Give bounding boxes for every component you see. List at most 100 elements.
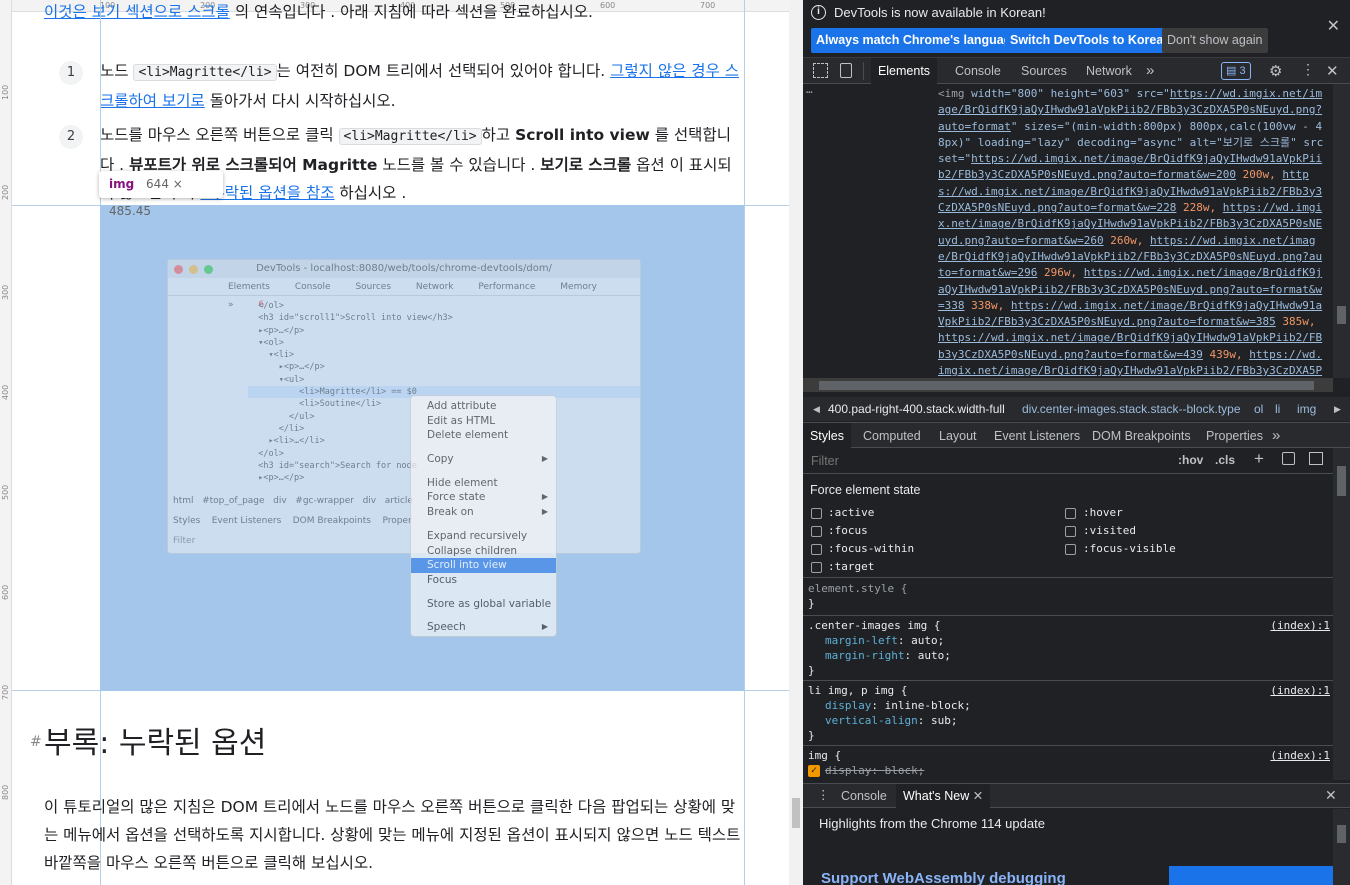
style-rule-img[interactable]: (index):1 img { ✓ display: block; <box>808 748 1330 778</box>
new-rule-plus-icon[interactable]: + <box>1254 449 1264 469</box>
drawer-scrollbar-thumb[interactable] <box>1337 825 1346 843</box>
css-property: margin-right <box>825 649 905 662</box>
rule-close: } <box>808 729 815 742</box>
more-tabs-icon[interactable]: » <box>1146 58 1154 84</box>
whats-new-headline: Highlights from the Chrome 114 update <box>819 816 1045 831</box>
page-scrollbar[interactable] <box>789 0 803 885</box>
settings-gear-icon[interactable]: ⚙ <box>1269 62 1282 80</box>
rule-source-link[interactable]: (index):1 <box>1270 748 1330 763</box>
close-drawer-icon[interactable]: ✕ <box>1325 787 1337 804</box>
horizontal-scrollbar[interactable] <box>803 378 1333 392</box>
styles-scrollbar-thumb[interactable] <box>1337 466 1346 496</box>
tab-elements[interactable]: Elements <box>871 58 937 84</box>
scroll-section-link[interactable]: 이것은 보기 섹션으로 스크롤 <box>44 3 230 21</box>
horizontal-scrollbar-thumb[interactable] <box>819 381 1314 390</box>
style-rule-element[interactable]: element.style { } <box>808 581 1330 611</box>
always-match-language-button[interactable]: Always match Chrome's language <box>811 28 1024 53</box>
tab-dom-breakpoints[interactable]: DOM Breakpoints <box>1092 423 1191 449</box>
guide-line <box>744 0 745 885</box>
screenshot-tab: Sources <box>355 282 392 292</box>
breadcrumb-left-arrow-icon[interactable]: ◀ <box>813 397 820 421</box>
cls-button[interactable]: .cls <box>1215 453 1235 467</box>
tab-properties[interactable]: Properties <box>1206 423 1263 449</box>
device-toolbar-icon[interactable] <box>840 63 852 78</box>
breadcrumb-item[interactable]: li <box>1275 397 1280 421</box>
rule-declaration[interactable]: display: inline-block; <box>808 698 1330 713</box>
context-menu-item: Add attribute <box>427 400 497 412</box>
breadcrumb-right-arrow-icon[interactable]: ▶ <box>1334 397 1341 421</box>
inspect-element-icon[interactable] <box>813 63 828 78</box>
drawer-tab-label: What's New <box>903 789 970 803</box>
css-value: auto; <box>911 634 945 647</box>
page-scrollbar-thumb[interactable] <box>792 798 800 828</box>
rule-declaration[interactable]: margin-right: auto; <box>808 648 1330 663</box>
screenshot-crumb: html <box>173 496 194 506</box>
checkbox-focus-visible[interactable] <box>1065 544 1076 555</box>
srcset-width: 338w, <box>964 298 1011 312</box>
context-menu-separator <box>411 520 556 529</box>
rule-declaration[interactable]: margin-left: auto; <box>808 633 1330 648</box>
elements-scrollbar-thumb[interactable] <box>1337 306 1346 324</box>
tab-network[interactable]: Network <box>1086 58 1132 84</box>
selected-img-node[interactable]: <img width="800" height="603" src="https… <box>938 86 1328 396</box>
close-devtools-icon[interactable]: ✕ <box>1326 62 1339 80</box>
dont-show-again-button[interactable]: Don't show again <box>1162 28 1268 53</box>
checkbox-target[interactable] <box>811 562 822 573</box>
switch-to-korean-button[interactable]: Switch DevTools to Korean <box>1005 28 1176 53</box>
tab-event-listeners[interactable]: Event Listeners <box>994 423 1080 449</box>
ellipsis-icon[interactable]: … <box>806 82 813 98</box>
rule-declaration-overridden[interactable]: ✓ display: block; <box>808 763 1330 778</box>
checkbox-focus[interactable] <box>811 526 822 537</box>
drawer-tab-whats-new[interactable]: What's New ✕ <box>896 784 991 808</box>
close-icon[interactable]: ✕ <box>1327 16 1340 36</box>
state-label: :target <box>828 560 875 573</box>
breadcrumb-item[interactable]: 400.pad-right-400.stack.width-full <box>828 397 1005 421</box>
elements-scrollbar[interactable] <box>1333 84 1350 378</box>
breadcrumb-item[interactable]: ol <box>1254 397 1263 421</box>
comment-icon: ▤ <box>1226 65 1237 77</box>
rule-source-link[interactable]: (index):1 <box>1270 618 1330 633</box>
breadcrumb-item[interactable]: div.center-images.stack.stack--block.typ… <box>1022 397 1241 421</box>
styles-scrollbar[interactable] <box>1333 448 1350 780</box>
checkbox-active[interactable] <box>811 508 822 519</box>
rule-source-link[interactable]: (index):1 <box>1270 683 1330 698</box>
submenu-arrow-icon: ▶ <box>541 622 548 632</box>
screenshot-crumb: article <box>384 496 413 506</box>
more-subtabs-icon[interactable]: » <box>1272 423 1280 449</box>
paint-brush-icon[interactable] <box>1282 452 1295 465</box>
checkbox-hover[interactable] <box>1065 508 1076 519</box>
rule-declaration[interactable]: vertical-align: sub; <box>808 713 1330 728</box>
styles-filter-input[interactable] <box>806 450 1168 471</box>
ruler-tick: 100 <box>1 84 10 100</box>
close-tab-icon[interactable]: ✕ <box>973 789 983 803</box>
issues-badge[interactable]: ▤ 3 <box>1221 62 1251 80</box>
checkbox-focus-within[interactable] <box>811 544 822 555</box>
tab-layout[interactable]: Layout <box>939 423 977 449</box>
ruler-tick: 200 <box>1 184 10 200</box>
checkbox-visited[interactable] <box>1065 526 1076 537</box>
checkbox-checked-icon[interactable]: ✓ <box>808 765 820 777</box>
hov-button[interactable]: :hov <box>1178 453 1203 467</box>
tab-styles[interactable]: Styles <box>803 423 851 449</box>
drawer-scrollbar[interactable] <box>1333 809 1350 885</box>
toggle-sidebar-icon[interactable] <box>1309 452 1323 465</box>
drawer-tab-console[interactable]: Console <box>841 784 887 808</box>
kebab-menu-icon[interactable]: ⋮ <box>1301 61 1315 78</box>
whats-new-feature-title[interactable]: Support WebAssembly debugging <box>821 870 1066 885</box>
step-bold: 보기로 스크롤 <box>540 156 632 174</box>
context-menu-item: Copy ▶ <box>427 453 548 466</box>
tab-console[interactable]: Console <box>955 58 1001 84</box>
drawer-menu-icon[interactable]: ⋮ <box>817 787 830 802</box>
step-text: 노드 <box>100 62 129 80</box>
srcset-width: 260w, <box>1103 233 1150 247</box>
anchor-hash[interactable]: # <box>30 734 42 750</box>
bottom-drawer: ⋮ Console What's New ✕ ✕ Highlights from… <box>803 783 1350 885</box>
style-rule-li-img[interactable]: (index):1 li img, p img { display: inlin… <box>808 683 1330 743</box>
tab-computed[interactable]: Computed <box>863 423 921 449</box>
context-menu-separator <box>411 443 556 452</box>
style-rule-center-images[interactable]: (index):1 .center-images img { margin-le… <box>808 618 1330 678</box>
state-label: :visited <box>1083 524 1136 537</box>
breadcrumb-item[interactable]: img <box>1297 397 1316 421</box>
tab-sources[interactable]: Sources <box>1021 58 1067 84</box>
state-label: :focus-within <box>828 542 915 555</box>
